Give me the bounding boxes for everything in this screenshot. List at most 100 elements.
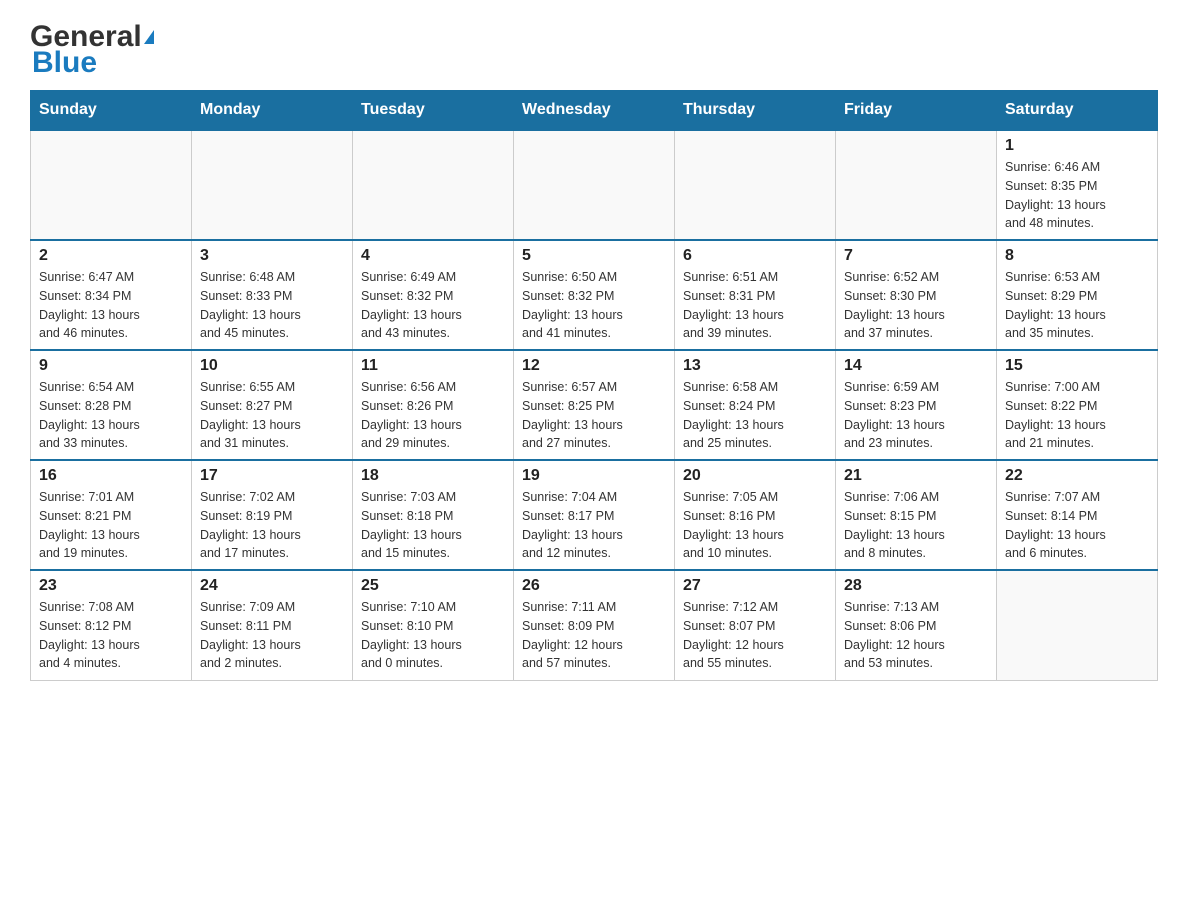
day-number: 25 xyxy=(361,577,505,595)
calendar-table: SundayMondayTuesdayWednesdayThursdayFrid… xyxy=(30,90,1158,681)
day-info: Sunrise: 7:04 AM Sunset: 8:17 PM Dayligh… xyxy=(522,488,666,563)
weekday-header-row: SundayMondayTuesdayWednesdayThursdayFrid… xyxy=(31,91,1158,131)
day-number: 16 xyxy=(39,467,183,485)
day-number: 17 xyxy=(200,467,344,485)
calendar-cell: 21 Sunrise: 7:06 AM Sunset: 8:15 PM Dayli… xyxy=(836,460,997,570)
day-info: Sunrise: 6:54 AM Sunset: 8:28 PM Dayligh… xyxy=(39,378,183,453)
day-number: 21 xyxy=(844,467,988,485)
weekday-header-sunday: Sunday xyxy=(31,91,192,131)
day-number: 10 xyxy=(200,357,344,375)
day-number: 5 xyxy=(522,247,666,265)
calendar-week-2: 2 Sunrise: 6:47 AM Sunset: 8:34 PM Daylig… xyxy=(31,240,1158,350)
day-number: 20 xyxy=(683,467,827,485)
weekday-header-friday: Friday xyxy=(836,91,997,131)
calendar-cell: 3 Sunrise: 6:48 AM Sunset: 8:33 PM Daylig… xyxy=(192,240,353,350)
day-info: Sunrise: 7:11 AM Sunset: 8:09 PM Dayligh… xyxy=(522,598,666,673)
day-number: 24 xyxy=(200,577,344,595)
logo-blue: Blue xyxy=(32,46,97,80)
day-number: 2 xyxy=(39,247,183,265)
calendar-week-3: 9 Sunrise: 6:54 AM Sunset: 8:28 PM Daylig… xyxy=(31,350,1158,460)
day-info: Sunrise: 7:12 AM Sunset: 8:07 PM Dayligh… xyxy=(683,598,827,673)
day-number: 22 xyxy=(1005,467,1149,485)
day-number: 7 xyxy=(844,247,988,265)
weekday-header-tuesday: Tuesday xyxy=(353,91,514,131)
logo: General Blue xyxy=(30,20,154,80)
logo-triangle-icon xyxy=(144,30,154,44)
calendar-cell: 18 Sunrise: 7:03 AM Sunset: 8:18 PM Dayli… xyxy=(353,460,514,570)
day-number: 19 xyxy=(522,467,666,485)
day-number: 13 xyxy=(683,357,827,375)
calendar-cell: 15 Sunrise: 7:00 AM Sunset: 8:22 PM Dayli… xyxy=(997,350,1158,460)
calendar-week-1: 1 Sunrise: 6:46 AM Sunset: 8:35 PM Daylig… xyxy=(31,130,1158,240)
day-number: 1 xyxy=(1005,137,1149,155)
day-number: 28 xyxy=(844,577,988,595)
day-info: Sunrise: 6:46 AM Sunset: 8:35 PM Dayligh… xyxy=(1005,158,1149,233)
day-info: Sunrise: 7:02 AM Sunset: 8:19 PM Dayligh… xyxy=(200,488,344,563)
day-info: Sunrise: 6:51 AM Sunset: 8:31 PM Dayligh… xyxy=(683,268,827,343)
calendar-cell: 6Sunrise: 6:51 AM Sunset: 8:31 PM Daylig… xyxy=(675,240,836,350)
day-number: 12 xyxy=(522,357,666,375)
calendar-cell: 11Sunrise: 6:56 AM Sunset: 8:26 PM Dayli… xyxy=(353,350,514,460)
weekday-header-thursday: Thursday xyxy=(675,91,836,131)
calendar-cell xyxy=(192,130,353,240)
day-info: Sunrise: 6:56 AM Sunset: 8:26 PM Dayligh… xyxy=(361,378,505,453)
calendar-cell: 2 Sunrise: 6:47 AM Sunset: 8:34 PM Daylig… xyxy=(31,240,192,350)
day-info: Sunrise: 7:06 AM Sunset: 8:15 PM Dayligh… xyxy=(844,488,988,563)
day-info: Sunrise: 7:00 AM Sunset: 8:22 PM Dayligh… xyxy=(1005,378,1149,453)
day-info: Sunrise: 6:50 AM Sunset: 8:32 PM Dayligh… xyxy=(522,268,666,343)
calendar-week-5: 23 Sunrise: 7:08 AM Sunset: 8:12 PM Dayli… xyxy=(31,570,1158,680)
weekday-header-saturday: Saturday xyxy=(997,91,1158,131)
day-info: Sunrise: 6:48 AM Sunset: 8:33 PM Dayligh… xyxy=(200,268,344,343)
calendar-cell: 8Sunrise: 6:53 AM Sunset: 8:29 PM Daylig… xyxy=(997,240,1158,350)
calendar-cell: 16 Sunrise: 7:01 AM Sunset: 8:21 PM Dayli… xyxy=(31,460,192,570)
calendar-cell: 14 Sunrise: 6:59 AM Sunset: 8:23 PM Dayli… xyxy=(836,350,997,460)
calendar-cell: 10Sunrise: 6:55 AM Sunset: 8:27 PM Dayli… xyxy=(192,350,353,460)
day-number: 9 xyxy=(39,357,183,375)
day-info: Sunrise: 6:52 AM Sunset: 8:30 PM Dayligh… xyxy=(844,268,988,343)
calendar-cell: 7 Sunrise: 6:52 AM Sunset: 8:30 PM Daylig… xyxy=(836,240,997,350)
day-number: 3 xyxy=(200,247,344,265)
day-info: Sunrise: 7:05 AM Sunset: 8:16 PM Dayligh… xyxy=(683,488,827,563)
calendar-cell: 1 Sunrise: 6:46 AM Sunset: 8:35 PM Daylig… xyxy=(997,130,1158,240)
day-info: Sunrise: 6:58 AM Sunset: 8:24 PM Dayligh… xyxy=(683,378,827,453)
weekday-header-wednesday: Wednesday xyxy=(514,91,675,131)
day-number: 18 xyxy=(361,467,505,485)
day-number: 15 xyxy=(1005,357,1149,375)
calendar-cell: 9 Sunrise: 6:54 AM Sunset: 8:28 PM Daylig… xyxy=(31,350,192,460)
calendar-cell xyxy=(514,130,675,240)
calendar-cell: 12 Sunrise: 6:57 AM Sunset: 8:25 PM Dayli… xyxy=(514,350,675,460)
calendar-cell xyxy=(675,130,836,240)
calendar-cell xyxy=(31,130,192,240)
calendar-cell xyxy=(353,130,514,240)
calendar-cell: 17 Sunrise: 7:02 AM Sunset: 8:19 PM Dayli… xyxy=(192,460,353,570)
calendar-cell: 20 Sunrise: 7:05 AM Sunset: 8:16 PM Dayli… xyxy=(675,460,836,570)
calendar-cell: 5 Sunrise: 6:50 AM Sunset: 8:32 PM Daylig… xyxy=(514,240,675,350)
calendar-cell: 23 Sunrise: 7:08 AM Sunset: 8:12 PM Dayli… xyxy=(31,570,192,680)
calendar-cell: 13 Sunrise: 6:58 AM Sunset: 8:24 PM Dayli… xyxy=(675,350,836,460)
calendar-cell: 4Sunrise: 6:49 AM Sunset: 8:32 PM Daylig… xyxy=(353,240,514,350)
calendar-cell xyxy=(836,130,997,240)
day-info: Sunrise: 7:09 AM Sunset: 8:11 PM Dayligh… xyxy=(200,598,344,673)
day-info: Sunrise: 7:13 AM Sunset: 8:06 PM Dayligh… xyxy=(844,598,988,673)
day-info: Sunrise: 7:08 AM Sunset: 8:12 PM Dayligh… xyxy=(39,598,183,673)
page-header: General Blue xyxy=(30,20,1158,80)
day-number: 27 xyxy=(683,577,827,595)
day-info: Sunrise: 6:57 AM Sunset: 8:25 PM Dayligh… xyxy=(522,378,666,453)
day-info: Sunrise: 7:01 AM Sunset: 8:21 PM Dayligh… xyxy=(39,488,183,563)
calendar-cell: 26 Sunrise: 7:11 AM Sunset: 8:09 PM Dayli… xyxy=(514,570,675,680)
calendar-cell: 28 Sunrise: 7:13 AM Sunset: 8:06 PM Dayli… xyxy=(836,570,997,680)
day-info: Sunrise: 6:59 AM Sunset: 8:23 PM Dayligh… xyxy=(844,378,988,453)
day-info: Sunrise: 6:47 AM Sunset: 8:34 PM Dayligh… xyxy=(39,268,183,343)
calendar-cell: 22 Sunrise: 7:07 AM Sunset: 8:14 PM Dayli… xyxy=(997,460,1158,570)
calendar-cell: 25Sunrise: 7:10 AM Sunset: 8:10 PM Dayli… xyxy=(353,570,514,680)
day-info: Sunrise: 7:07 AM Sunset: 8:14 PM Dayligh… xyxy=(1005,488,1149,563)
day-info: Sunrise: 7:03 AM Sunset: 8:18 PM Dayligh… xyxy=(361,488,505,563)
day-number: 26 xyxy=(522,577,666,595)
calendar-week-4: 16 Sunrise: 7:01 AM Sunset: 8:21 PM Dayli… xyxy=(31,460,1158,570)
calendar-cell: 27 Sunrise: 7:12 AM Sunset: 8:07 PM Dayli… xyxy=(675,570,836,680)
calendar-cell: 24 Sunrise: 7:09 AM Sunset: 8:11 PM Dayli… xyxy=(192,570,353,680)
calendar-cell: 19 Sunrise: 7:04 AM Sunset: 8:17 PM Dayli… xyxy=(514,460,675,570)
day-number: 14 xyxy=(844,357,988,375)
day-number: 23 xyxy=(39,577,183,595)
weekday-header-monday: Monday xyxy=(192,91,353,131)
